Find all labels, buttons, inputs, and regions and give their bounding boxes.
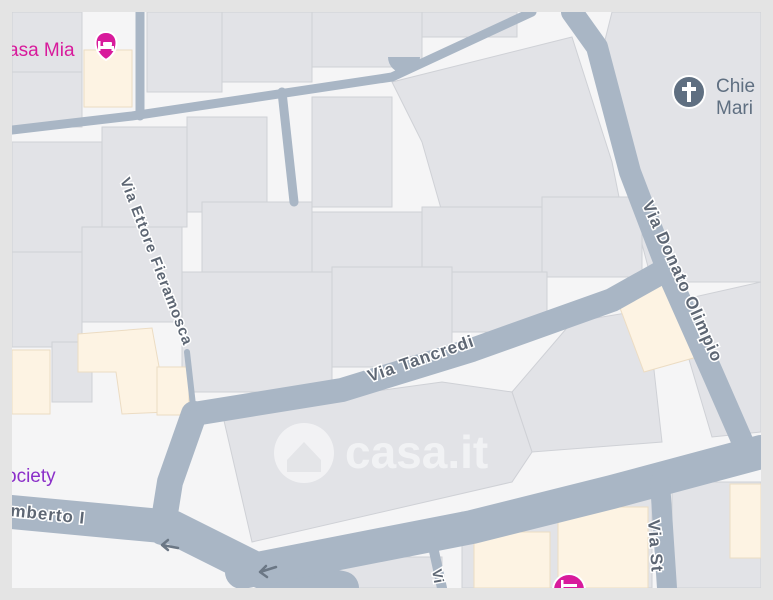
street-label-stub-bottom: Vi: [429, 568, 447, 586]
watermark-logo: casa.it: [274, 423, 488, 483]
map-canvas[interactable]: Via Tancredi Via Ettore Fieramosca Via D…: [12, 12, 761, 588]
watermark-text: casa.it: [345, 426, 488, 478]
map-viewport[interactable]: Via Tancredi Via Ettore Fieramosca Via D…: [12, 12, 761, 588]
poi-label-hotel-top: asa Mia: [12, 40, 75, 61]
poi-label-church-line1: Chie: [716, 76, 755, 97]
street-label-stub-right: Via St: [644, 519, 667, 573]
poi-label-church-line2: Mari: [716, 98, 753, 119]
poi-label-society[interactable]: ociety: [12, 466, 56, 487]
